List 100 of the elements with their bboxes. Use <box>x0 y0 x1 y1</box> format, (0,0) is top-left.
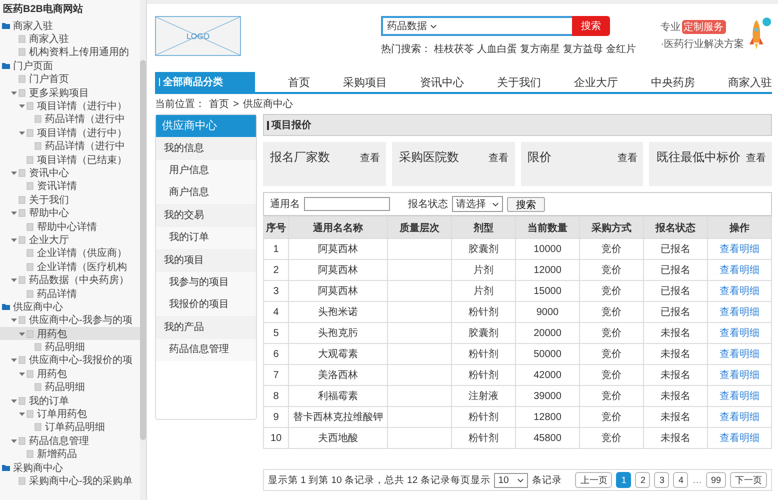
tree-item[interactable]: 企业详情（供应商） <box>0 246 140 260</box>
caret-icon[interactable] <box>11 236 17 243</box>
tree-item[interactable]: 采购商中心-我的采购单 <box>0 474 140 488</box>
tree-item[interactable]: 门户页面 <box>0 59 140 73</box>
table-cell: 粉针剂 <box>452 406 516 428</box>
caret-icon[interactable] <box>11 438 17 444</box>
nav-link[interactable]: 首页 <box>288 72 310 92</box>
tree-item[interactable]: 更多采购项目 <box>0 86 140 100</box>
view-link[interactable]: 查看 <box>488 151 508 165</box>
caret-icon[interactable] <box>19 103 25 110</box>
page-button[interactable]: 4 <box>673 472 688 488</box>
caret-icon[interactable] <box>11 398 17 404</box>
caret-icon[interactable] <box>11 357 17 364</box>
tree-item[interactable]: 商家入驻 <box>0 32 140 46</box>
tree-item[interactable]: 企业大厅 <box>0 233 140 247</box>
hot-search-link[interactable]: 金红片 <box>606 42 636 56</box>
tree-item[interactable]: 用药包 <box>0 367 140 381</box>
table-cell: 阿莫西林 <box>288 280 388 302</box>
tree-item[interactable]: 资讯中心 <box>0 166 140 180</box>
nav-link[interactable]: 资讯中心 <box>420 72 464 92</box>
breadcrumb-link[interactable]: 首页 <box>209 97 229 111</box>
caret-icon[interactable] <box>19 411 25 418</box>
nav-link[interactable]: 关于我们 <box>497 72 541 92</box>
view-link[interactable]: 查看 <box>617 151 638 165</box>
caret-icon[interactable] <box>19 330 25 337</box>
tree-item[interactable]: 门户首页 <box>0 72 140 86</box>
page-nav-button[interactable]: 上一页 <box>575 472 612 488</box>
breadcrumb-link[interactable]: 供应商中心 <box>242 97 293 111</box>
caret-icon[interactable] <box>11 90 17 96</box>
search-button[interactable]: 搜索 <box>507 196 545 212</box>
tree-item[interactable]: 订单用药包 <box>0 407 140 421</box>
tree-item[interactable]: 帮助中心 <box>0 206 140 220</box>
nav-link[interactable]: 中央药房 <box>651 72 695 92</box>
hot-search-label: 热门搜索： <box>381 42 431 56</box>
tree-item[interactable]: 项目详情（进行中） <box>0 126 140 140</box>
table-cell: 8 <box>264 386 288 406</box>
tree-item[interactable]: 机构资料上传用通用的 <box>0 46 140 60</box>
menu-group[interactable]: 我的产品 <box>156 316 256 339</box>
page-size-dropdown[interactable]: 10 <box>494 472 528 488</box>
search-button[interactable]: 搜索 <box>572 16 610 36</box>
tree-item[interactable]: 新增药品 <box>0 448 140 461</box>
folder-icon[interactable] <box>2 62 10 70</box>
caret-icon[interactable] <box>11 317 17 324</box>
tree-item[interactable]: 采购商中心 <box>0 460 140 474</box>
tree-item[interactable]: 药品详情（进行中 <box>0 140 140 153</box>
tree-item[interactable]: 帮助中心详情 <box>0 220 140 234</box>
menu-item[interactable]: 药品信息管理 <box>156 339 256 361</box>
nav-link[interactable]: 企业大厅 <box>574 72 618 92</box>
tree-item[interactable]: 供应商中心-我报价的项 <box>0 354 140 368</box>
page-button[interactable]: 2 <box>635 472 650 488</box>
tree-item[interactable]: 订单药品明细 <box>0 420 140 434</box>
tree-item[interactable]: 药品明细 <box>0 380 140 394</box>
tree-item[interactable]: 关于我们 <box>0 193 140 206</box>
menu-item[interactable]: 我的订单 <box>156 227 256 249</box>
tree-item[interactable]: 药品详情（进行中 <box>0 112 140 126</box>
menu-group[interactable]: 我的信息 <box>156 137 256 160</box>
view-link[interactable]: 查看 <box>746 151 766 165</box>
tree-item[interactable]: 项目详情（进行中） <box>0 99 140 113</box>
folder-icon[interactable] <box>2 22 10 30</box>
menu-group[interactable]: 我的项目 <box>156 249 256 272</box>
folder-icon[interactable] <box>2 302 10 311</box>
scrollbar[interactable] <box>140 0 146 500</box>
tree-item[interactable]: 商家入驻 <box>0 19 140 32</box>
folder-icon[interactable] <box>2 464 10 472</box>
caret-icon[interactable] <box>19 370 25 377</box>
tree-item[interactable]: 药品明细 <box>0 340 140 354</box>
page-nav-button[interactable]: 下一页 <box>730 472 767 488</box>
tree-item[interactable]: 我的订单 <box>0 394 140 408</box>
menu-item[interactable]: 用户信息 <box>156 160 256 182</box>
table-cell: 片剂 <box>452 260 516 280</box>
hot-search-link[interactable]: 桂枝茯苓 <box>434 42 474 56</box>
tree-item[interactable]: 资讯详情 <box>0 180 140 194</box>
menu-item[interactable]: 我报价的项目 <box>156 294 256 316</box>
tree-item[interactable]: 供应商中心 <box>0 300 140 314</box>
tree-item[interactable]: 项目详情（已结束） <box>0 152 140 166</box>
category-dropdown[interactable]: 药品数据 <box>387 19 437 33</box>
tree-item[interactable]: 药品详情 <box>0 286 140 300</box>
tree-item[interactable]: 药品数据（中央药房） <box>0 273 140 287</box>
view-link[interactable]: 查看 <box>360 151 380 165</box>
caret-icon[interactable] <box>11 170 17 176</box>
page-button[interactable]: 3 <box>654 472 670 488</box>
name-input-field[interactable] <box>304 197 390 211</box>
menu-group[interactable]: 我的交易 <box>156 204 256 227</box>
page-button[interactable]: 99 <box>706 472 726 488</box>
tree-item[interactable]: 供应商中心-我参与的项 <box>0 314 140 327</box>
tree-item[interactable]: 药品信息管理 <box>0 434 140 448</box>
hot-search-link[interactable]: 人血白蛋 <box>477 42 517 56</box>
menu-item[interactable]: 我参与的项目 <box>156 272 256 294</box>
tree-item[interactable]: 企业详情（医疗机构 <box>0 260 140 274</box>
nav-link[interactable]: 商家入驻 <box>728 72 772 92</box>
nav-link[interactable]: 采购项目 <box>343 72 387 92</box>
hot-search-link[interactable]: 复方益母 <box>563 42 603 56</box>
menu-item[interactable]: 商户信息 <box>156 182 256 204</box>
caret-icon[interactable] <box>19 130 25 136</box>
hot-search-link[interactable]: 复方南星 <box>520 42 560 56</box>
status-dropdown[interactable]: 请选择 <box>452 196 503 212</box>
tree-item[interactable]: 用药包 <box>0 326 140 340</box>
caret-icon[interactable] <box>11 277 17 284</box>
caret-icon[interactable] <box>11 210 17 216</box>
search-field[interactable]: 药品数据 <box>381 16 572 36</box>
